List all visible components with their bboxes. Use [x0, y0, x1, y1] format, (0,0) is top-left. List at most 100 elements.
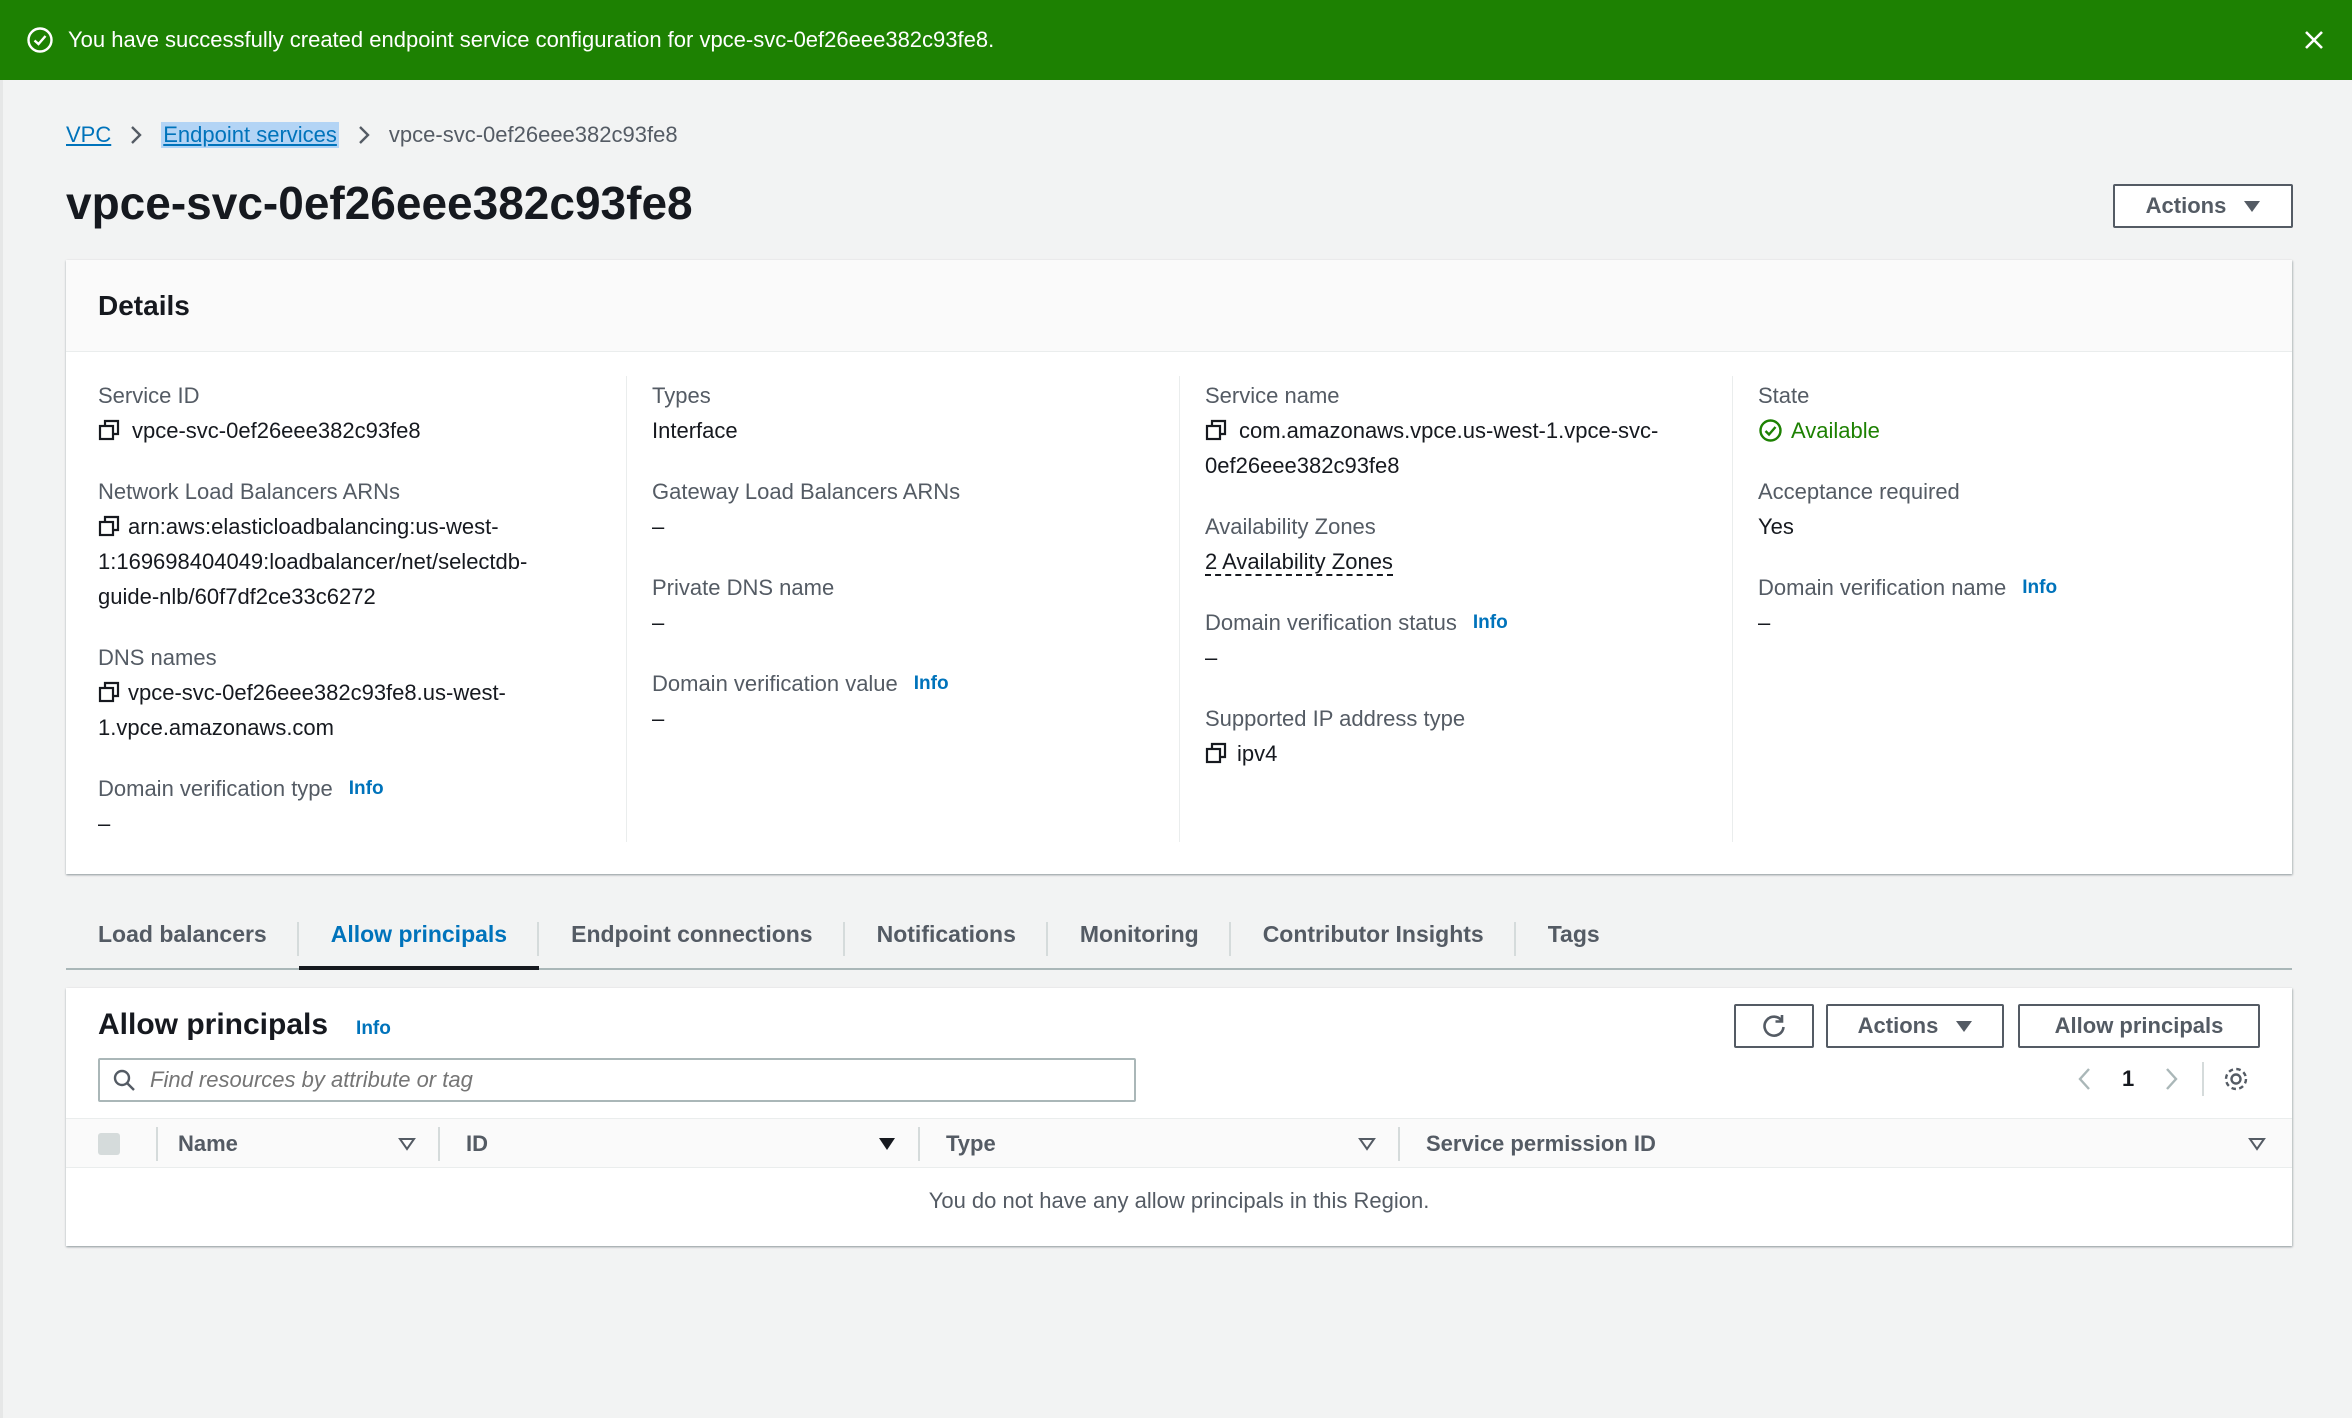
tab-label: Endpoint connections — [571, 920, 813, 947]
info-link[interactable]: Info — [356, 1018, 391, 1040]
private-dns-label: Private DNS name — [652, 575, 835, 600]
service-id-label: Service ID — [98, 383, 200, 408]
dns-names-line-1: vpce-svc-0ef26eee382c93fe8.us-west- — [128, 680, 506, 705]
principals-actions-label: Actions — [1857, 1013, 1939, 1038]
page-title: vpce-svc-0ef26eee382c93fe8 — [66, 177, 693, 229]
allow-principals-title: Allow principals — [98, 1008, 329, 1041]
domain-verification-value: – — [652, 706, 665, 731]
info-link[interactable]: Info — [1473, 605, 1508, 640]
column-divider — [1732, 376, 1733, 842]
copy-icon[interactable] — [98, 515, 120, 537]
flash-message: You have successfully created endpoint s… — [68, 27, 995, 52]
search-icon — [113, 1069, 135, 1091]
close-icon[interactable] — [2298, 24, 2330, 56]
sort-descending-icon[interactable] — [878, 1137, 896, 1151]
table-header: Name ID Type Service permission ID — [66, 1118, 2292, 1168]
copy-icon[interactable] — [98, 419, 120, 441]
allow-principals-panel: Allow principals Info Actions Allow prin… — [66, 988, 2292, 1246]
types-value: Interface — [652, 418, 738, 443]
tab-monitoring[interactable]: Monitoring — [1048, 900, 1231, 968]
chevron-right-icon — [359, 126, 370, 144]
info-link[interactable]: Info — [2022, 570, 2057, 605]
service-name-line-2: 0ef26eee382c93fe8 — [1205, 453, 1400, 478]
sort-icon[interactable] — [1358, 1137, 1376, 1151]
types-label: Types — [652, 383, 711, 408]
tab-label: Load balancers — [98, 920, 267, 947]
column-header-id[interactable]: ID — [466, 1119, 488, 1169]
tab-label: Allow principals — [330, 920, 508, 947]
success-check-icon — [27, 27, 53, 53]
domain-verification-name-value: – — [1758, 610, 1771, 635]
domain-verification-status-value: – — [1205, 645, 1218, 670]
breadcrumb-endpoint-services-link[interactable]: Endpoint services — [161, 122, 339, 148]
caret-down-icon — [2244, 200, 2261, 212]
principals-actions-button[interactable]: Actions — [1826, 1004, 2004, 1048]
domain-verification-type-label: Domain verification type Info — [98, 771, 384, 806]
details-title: Details — [98, 289, 190, 321]
copy-icon[interactable] — [98, 681, 120, 703]
tab-notifications[interactable]: Notifications — [845, 900, 1048, 968]
tab-contributor-insights[interactable]: Contributor Insights — [1231, 900, 1516, 968]
availability-zones-value[interactable]: 2 Availability Zones — [1205, 549, 1393, 576]
gear-icon[interactable] — [2222, 1065, 2250, 1093]
tab-tags[interactable]: Tags — [1516, 900, 1632, 968]
domain-verification-name-label: Domain verification name Info — [1758, 570, 2057, 605]
state-text: Available — [1791, 418, 1880, 443]
info-link[interactable]: Info — [349, 771, 384, 806]
refresh-button[interactable] — [1734, 1004, 1814, 1048]
chevron-right-icon[interactable] — [2160, 1066, 2182, 1092]
page-number[interactable]: 1 — [2122, 1066, 2134, 1092]
status-available-icon — [1759, 419, 1782, 442]
ip-type-text: ipv4 — [1237, 741, 1278, 766]
sort-icon[interactable] — [2248, 1137, 2266, 1151]
actions-button-label: Actions — [2145, 193, 2227, 218]
acceptance-required-label: Acceptance required — [1758, 479, 1960, 504]
column-header-service-permission-id[interactable]: Service permission ID — [1426, 1119, 1656, 1169]
tab-label: Monitoring — [1079, 920, 1199, 947]
column-header-type[interactable]: Type — [946, 1119, 996, 1169]
domain-verification-type-value: – — [98, 811, 111, 836]
search-field[interactable] — [98, 1058, 1136, 1102]
copy-icon[interactable] — [1205, 742, 1227, 764]
private-dns-value: – — [652, 610, 665, 635]
chevron-left-icon[interactable] — [2074, 1066, 2096, 1092]
nlb-arns-value: arn:aws:elasticloadbalancing:us-west- 1:… — [98, 509, 527, 614]
state-label: State — [1758, 383, 1810, 408]
nlb-arns-line-2: 1:169698404049:loadbalancer/net/selectdb… — [98, 549, 528, 574]
nlb-arns-line-3: guide-nlb/60f7df2ce33c6272 — [98, 584, 376, 609]
domain-verification-status-label: Domain verification status Info — [1205, 605, 1508, 640]
actions-button[interactable]: Actions — [2113, 184, 2293, 228]
pagination: 1 — [2074, 1062, 2250, 1096]
column-divider — [626, 376, 627, 842]
service-name-line-1: com.amazonaws.vpce.us-west-1.vpce-svc- — [1239, 418, 1659, 443]
column-header-name[interactable]: Name — [178, 1119, 238, 1169]
copy-icon[interactable] — [1205, 419, 1227, 441]
pager-divider — [2202, 1062, 2205, 1096]
left-edge — [0, 80, 3, 1418]
select-all-checkbox[interactable] — [98, 1133, 120, 1155]
tab-allow-principals[interactable]: Allow principals — [298, 900, 540, 970]
tab-load-balancers[interactable]: Load balancers — [66, 900, 299, 968]
allow-principals-header: Allow principals Info — [98, 1008, 391, 1042]
dns-names-line-2: 1.vpce.amazonaws.com — [98, 715, 334, 740]
service-id-text: vpce-svc-0ef26eee382c93fe8 — [132, 418, 421, 443]
info-link[interactable]: Info — [914, 666, 949, 701]
acceptance-required-value: Yes — [1758, 514, 1794, 539]
domain-verification-status-label-text: Domain verification status — [1205, 610, 1457, 635]
tab-endpoint-connections[interactable]: Endpoint connections — [539, 900, 845, 968]
allow-principals-button[interactable]: Allow principals — [2018, 1004, 2260, 1048]
breadcrumb-vpc-link[interactable]: VPC — [66, 122, 111, 148]
refresh-icon — [1763, 1015, 1785, 1037]
gwlb-arns-label: Gateway Load Balancers ARNs — [652, 479, 961, 504]
tab-label: Contributor Insights — [1262, 920, 1484, 947]
service-name-value: com.amazonaws.vpce.us-west-1.vpce-svc- 0… — [1205, 413, 1658, 483]
ip-type-value: ipv4 — [1205, 736, 1465, 771]
search-input[interactable] — [150, 1067, 1050, 1093]
dns-names-label: DNS names — [98, 645, 217, 670]
service-name-label: Service name — [1205, 383, 1340, 408]
domain-verification-name-label-text: Domain verification name — [1758, 575, 2007, 600]
tab-label: Tags — [1547, 920, 1600, 947]
domain-verification-value-label-text: Domain verification value — [652, 671, 898, 696]
sort-icon[interactable] — [398, 1137, 416, 1151]
allow-principals-button-label: Allow principals — [2054, 1013, 2224, 1038]
